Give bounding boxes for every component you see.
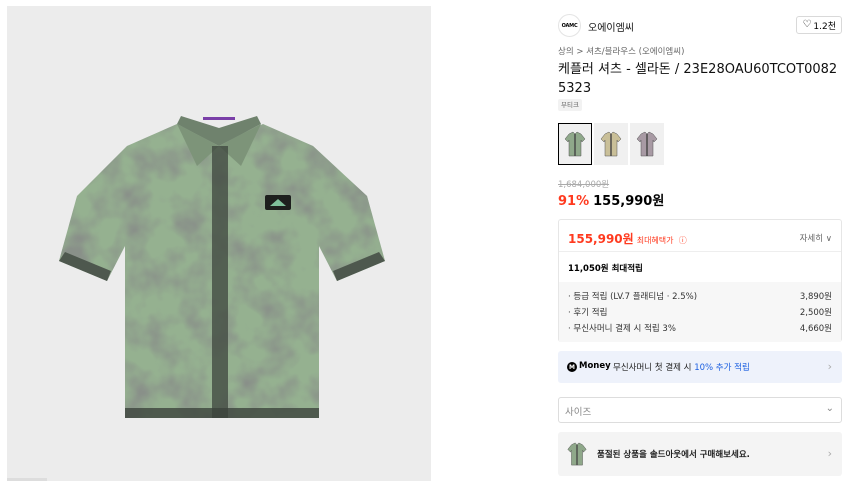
divider: [559, 251, 841, 252]
point-value: 2,500원: [799, 308, 832, 318]
swatch-celadon[interactable]: [558, 123, 592, 165]
money-brand: Money: [579, 361, 611, 371]
money-promo-text: 무신사머니 첫 결제 시: [613, 363, 692, 373]
shirt-thumb-icon: [564, 131, 586, 157]
chevron-right-icon: ›: [827, 360, 832, 373]
price-row: 91% 155,990원: [558, 190, 664, 209]
point-row: · 등급 적립 (LV.7 플래티넘 · 2.5%) 3,890원: [568, 289, 832, 305]
original-price: 1,684,000원: [558, 180, 610, 190]
point-row: · 무신사머니 결제 시 적립 3% 4,660원: [568, 321, 832, 337]
max-benefit-label: 최대혜택가: [636, 236, 674, 245]
like-button[interactable]: ♡ 1.2천: [796, 16, 842, 34]
money-icon: M: [567, 362, 577, 372]
size-placeholder: 사이즈: [565, 407, 592, 418]
money-promo: 무신사머니 첫 결제 시 10% 추가 적립: [613, 361, 750, 373]
size-select[interactable]: 사이즈 ⌄: [558, 397, 842, 423]
swatch-beige[interactable]: [594, 123, 628, 165]
product-title: 케플러 셔츠 - 셀라돈 / 23E28OAU60TCOT00825323: [558, 62, 838, 96]
sale-price: 155,990원: [593, 194, 665, 209]
point-value: 3,890원: [799, 292, 832, 302]
breadcrumb[interactable]: 상의 > 셔츠/블라우스 (오에이엠씨): [558, 45, 684, 57]
point-label: · 등급 적립 (LV.7 플래티넘 · 2.5%): [568, 292, 698, 302]
info-icon[interactable]: ⓘ: [679, 236, 687, 245]
product-info-panel: OAMC 오에이엠씨 ♡ 1.2천 상의 > 셔츠/블라우스 (오에이엠씨) 케…: [558, 0, 842, 481]
money-promo-highlight: 10% 추가 적립: [694, 363, 750, 373]
chevron-down-icon: ⌄: [825, 403, 834, 414]
brand-logo[interactable]: OAMC: [558, 14, 581, 37]
point-row: · 후기 적립 2,500원: [568, 305, 832, 321]
benefit-box: 155,990원 최대혜택가 ⓘ 자세히 ∨ 11,050원 최대적립 · 등급 …: [558, 219, 842, 342]
point-value: 4,660원: [799, 324, 832, 334]
point-label: · 무신사머니 결제 시 적립 3%: [568, 324, 676, 334]
shirt-thumb-icon: [567, 442, 587, 466]
color-swatches: [558, 123, 664, 165]
boutique-badge: 부티크: [558, 99, 582, 111]
points-max: 11,050원 최대적립: [568, 264, 643, 274]
shirt-illustration: [59, 116, 385, 418]
like-count: 1.2천: [813, 21, 836, 32]
discount-rate: 91%: [558, 194, 590, 209]
max-benefit-price: 155,990원 최대혜택가 ⓘ: [568, 230, 687, 247]
brand-name[interactable]: 오에이엠씨: [588, 19, 634, 34]
points-breakdown: · 등급 적립 (LV.7 플래티넘 · 2.5%) 3,890원 · 후기 적…: [559, 282, 841, 342]
product-main-image[interactable]: [7, 6, 431, 481]
shirt-thumb-icon: [600, 131, 622, 157]
shirt-thumb-icon: [636, 131, 658, 157]
detail-toggle[interactable]: 자세히 ∨: [800, 232, 832, 244]
swatch-mauve[interactable]: [630, 123, 664, 165]
brand-row: OAMC 오에이엠씨 ♡ 1.2천: [558, 13, 842, 37]
heart-icon: ♡: [802, 19, 812, 30]
chevron-right-icon: ›: [827, 447, 832, 460]
musinsa-money-banner[interactable]: M Money 무신사머니 첫 결제 시 10% 추가 적립 ›: [558, 351, 842, 383]
soldout-banner[interactable]: 품절된 상품을 솔드아웃에서 구매해보세요. ›: [558, 432, 842, 476]
max-benefit-value: 155,990원: [568, 232, 634, 246]
soldout-text: 품절된 상품을 솔드아웃에서 구매해보세요.: [597, 450, 750, 460]
point-label: · 후기 적립: [568, 308, 608, 318]
